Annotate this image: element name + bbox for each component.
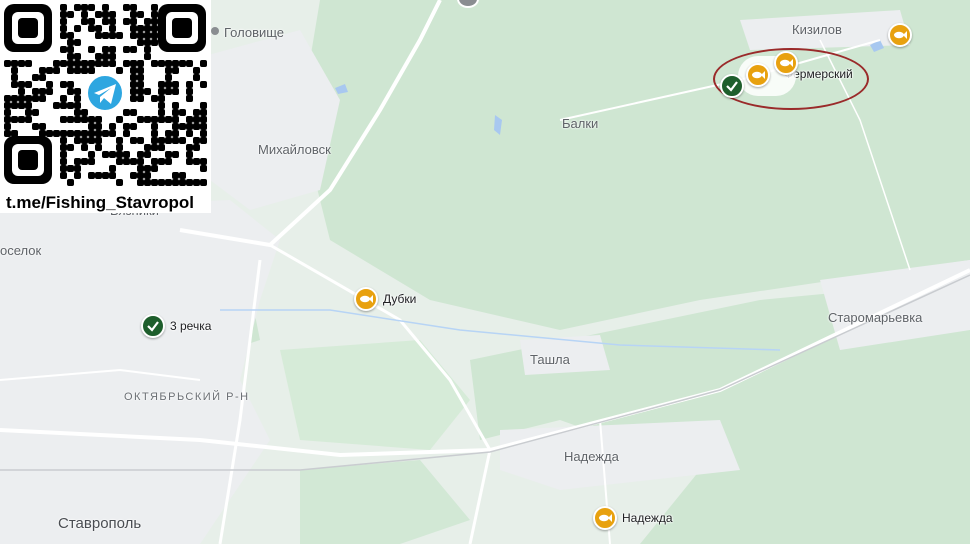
place-label-poselok: оселок (0, 243, 42, 258)
fish-icon[interactable] (354, 287, 378, 311)
place-label-staromaryevka: Старомарьевка (828, 310, 923, 325)
place-label-balki: Балки (562, 116, 599, 131)
qr-code (4, 4, 207, 186)
fish-icon[interactable] (774, 51, 798, 75)
marker-nadezhda[interactable]: Надежда (593, 506, 673, 530)
place-label-stavropol: Ставрополь (58, 515, 142, 532)
checkmark-icon[interactable] (720, 74, 744, 98)
fish-icon[interactable] (888, 23, 912, 47)
district-label-oktyabrsky: ОКТЯБРЬСКИЙ Р-Н (124, 391, 250, 403)
marker-fermersky[interactable]: Фермерский (720, 51, 853, 98)
marker-3-rechka[interactable]: 3 речка (141, 314, 211, 338)
marker-dubki[interactable]: Дубки (354, 287, 416, 311)
fish-icon[interactable] (593, 506, 617, 530)
place-label-tashla: Ташла (530, 352, 570, 367)
marker-label: Дубки (383, 292, 417, 306)
place-label-mikhaylovsk: Михайловск (258, 142, 331, 157)
place-label-nadezhda-town: Надежда (564, 449, 619, 464)
marker-label: 3 речка (170, 319, 212, 333)
checkmark-icon[interactable] (141, 314, 165, 338)
place-label-golovishche: Головище (224, 25, 285, 40)
map-pin-small[interactable] (211, 27, 219, 35)
marker-label: Надежда (622, 511, 673, 525)
qr-code-panel[interactable]: t.me/Fishing_Stavropol (0, 0, 211, 213)
qr-caption[interactable]: t.me/Fishing_Stavropol (6, 193, 194, 213)
place-label-kizilov: Кизилов (792, 22, 842, 37)
marker-kizilov-fish[interactable] (888, 23, 912, 47)
fish-icon[interactable] (746, 63, 770, 87)
